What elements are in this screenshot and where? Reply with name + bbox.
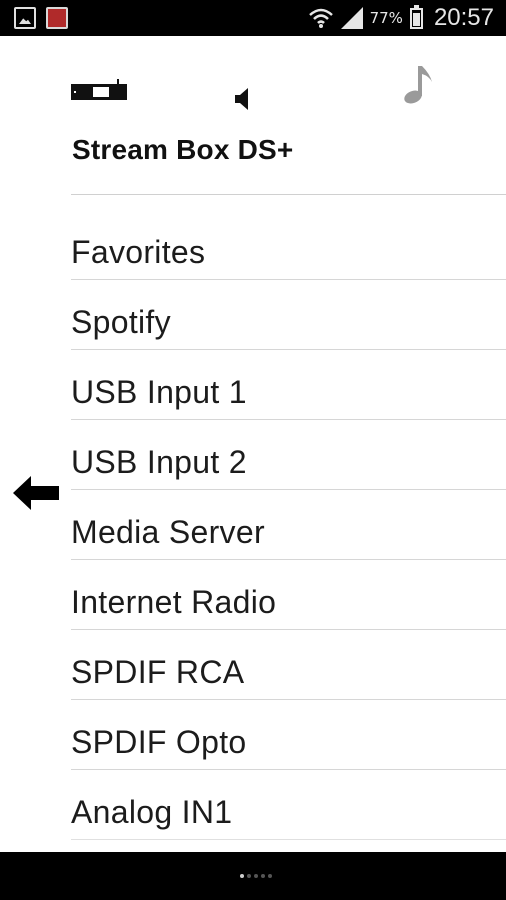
- page-indicator: [240, 874, 272, 878]
- source-item-spdif-opto[interactable]: SPDIF Opto: [71, 700, 506, 770]
- device-title: Stream Box DS+: [72, 134, 294, 165]
- back-arrow-icon[interactable]: [13, 476, 59, 510]
- source-item-usb-input-1[interactable]: USB Input 1: [71, 350, 506, 420]
- gallery-icon: [14, 7, 36, 29]
- source-label: Analog IN1: [71, 794, 233, 830]
- clock: 20:57: [433, 4, 494, 31]
- page-dot: [247, 874, 251, 878]
- status-bar: 77% 20:57: [0, 0, 506, 36]
- source-label: USB Input 1: [71, 374, 247, 410]
- speaker-icon[interactable]: [233, 86, 253, 112]
- page-dot: [268, 874, 272, 878]
- bottom-bar: [0, 852, 506, 900]
- battery-percent: 77%: [369, 9, 403, 27]
- source-label: USB Input 2: [71, 444, 247, 480]
- page-dot: [240, 874, 244, 878]
- app-icon: [46, 7, 68, 29]
- source-label: Media Server: [71, 514, 265, 550]
- source-item-internet-radio[interactable]: Internet Radio: [71, 560, 506, 630]
- source-item-analog-in1[interactable]: Analog IN1: [71, 770, 506, 840]
- battery-icon: [409, 4, 423, 29]
- source-label: SPDIF Opto: [71, 724, 247, 760]
- source-item-spdif-rca[interactable]: SPDIF RCA: [71, 630, 506, 700]
- source-item-media-server[interactable]: Media Server: [71, 490, 506, 560]
- wifi-icon: [308, 8, 333, 28]
- source-label: Favorites: [71, 234, 206, 270]
- notification-icons: [14, 7, 68, 29]
- source-label: SPDIF RCA: [71, 654, 245, 690]
- source-label: Spotify: [71, 304, 171, 340]
- source-label: Internet Radio: [71, 584, 277, 620]
- divider: [71, 194, 506, 195]
- page-dot: [261, 874, 265, 878]
- music-note-icon[interactable]: [400, 64, 436, 106]
- source-list: Favorites Spotify USB Input 1 USB Input …: [71, 210, 506, 840]
- system-status: 77% 20:57: [308, 4, 494, 32]
- signal-icon: [340, 7, 363, 29]
- source-item-usb-input-2[interactable]: USB Input 2: [71, 420, 506, 490]
- device-icon[interactable]: [71, 79, 127, 101]
- page-dot: [254, 874, 258, 878]
- source-item-favorites[interactable]: Favorites: [71, 210, 506, 280]
- source-item-spotify[interactable]: Spotify: [71, 280, 506, 350]
